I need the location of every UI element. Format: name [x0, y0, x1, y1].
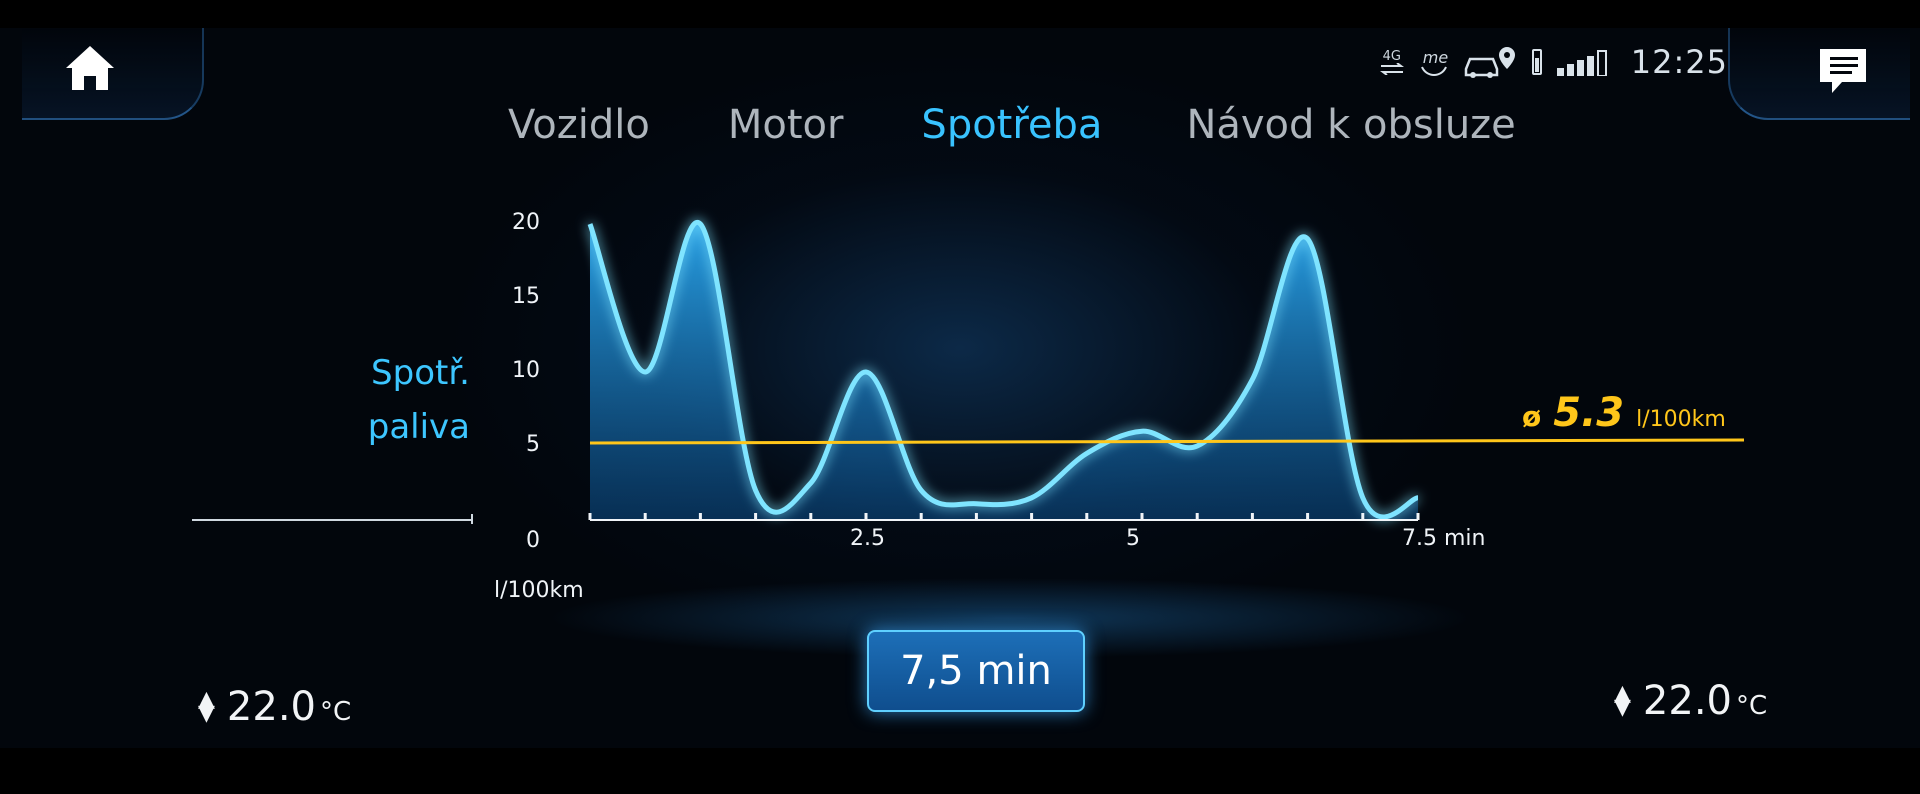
time-range-button[interactable]: 7,5 min [867, 630, 1085, 712]
y-tick-label: 5 [526, 432, 540, 457]
y-axis-label-line2: paliva [367, 407, 470, 447]
average-unit: l/100km [1636, 407, 1726, 432]
x-tick-label: 2.5 [850, 526, 885, 551]
temperature-right[interactable]: ▲ ▼ 22.0 °C [1614, 678, 1767, 724]
temp-adjust-icon: ▲ ▼ [198, 687, 215, 726]
y-axis-label: Spotř. paliva [360, 346, 470, 454]
temp-adjust-icon: ▲ ▼ [1614, 681, 1631, 720]
average-symbol: ø [1522, 400, 1542, 433]
y-tick-label: 15 [512, 284, 540, 309]
y-axis-label-line1: Spotř. [371, 353, 470, 393]
y-tick-label: 20 [512, 210, 540, 235]
x-tick-label: 5 [1126, 526, 1140, 551]
temperature-left-value: 22.0 [226, 684, 316, 730]
infotainment-screen: 4G me 12:25 Vozidlo Motor Spotřeba Návod… [0, 28, 1920, 748]
y-unit-label: l/100km [494, 578, 584, 603]
temperature-right-value: 22.0 [1642, 678, 1732, 724]
average-value: 5.3 [1553, 390, 1625, 436]
temperature-right-unit: °C [1735, 691, 1768, 721]
x-tick-label: 7.5 min [1402, 526, 1486, 551]
temperature-left[interactable]: ▲ ▼ 22.0 °C [198, 684, 351, 730]
temperature-left-unit: °C [319, 697, 352, 727]
y-tick-label: 0 [526, 528, 540, 553]
average-line [589, 438, 1745, 445]
average-label: ø 5.3 l/100km [1522, 390, 1726, 436]
y-tick-label: 10 [512, 358, 540, 383]
